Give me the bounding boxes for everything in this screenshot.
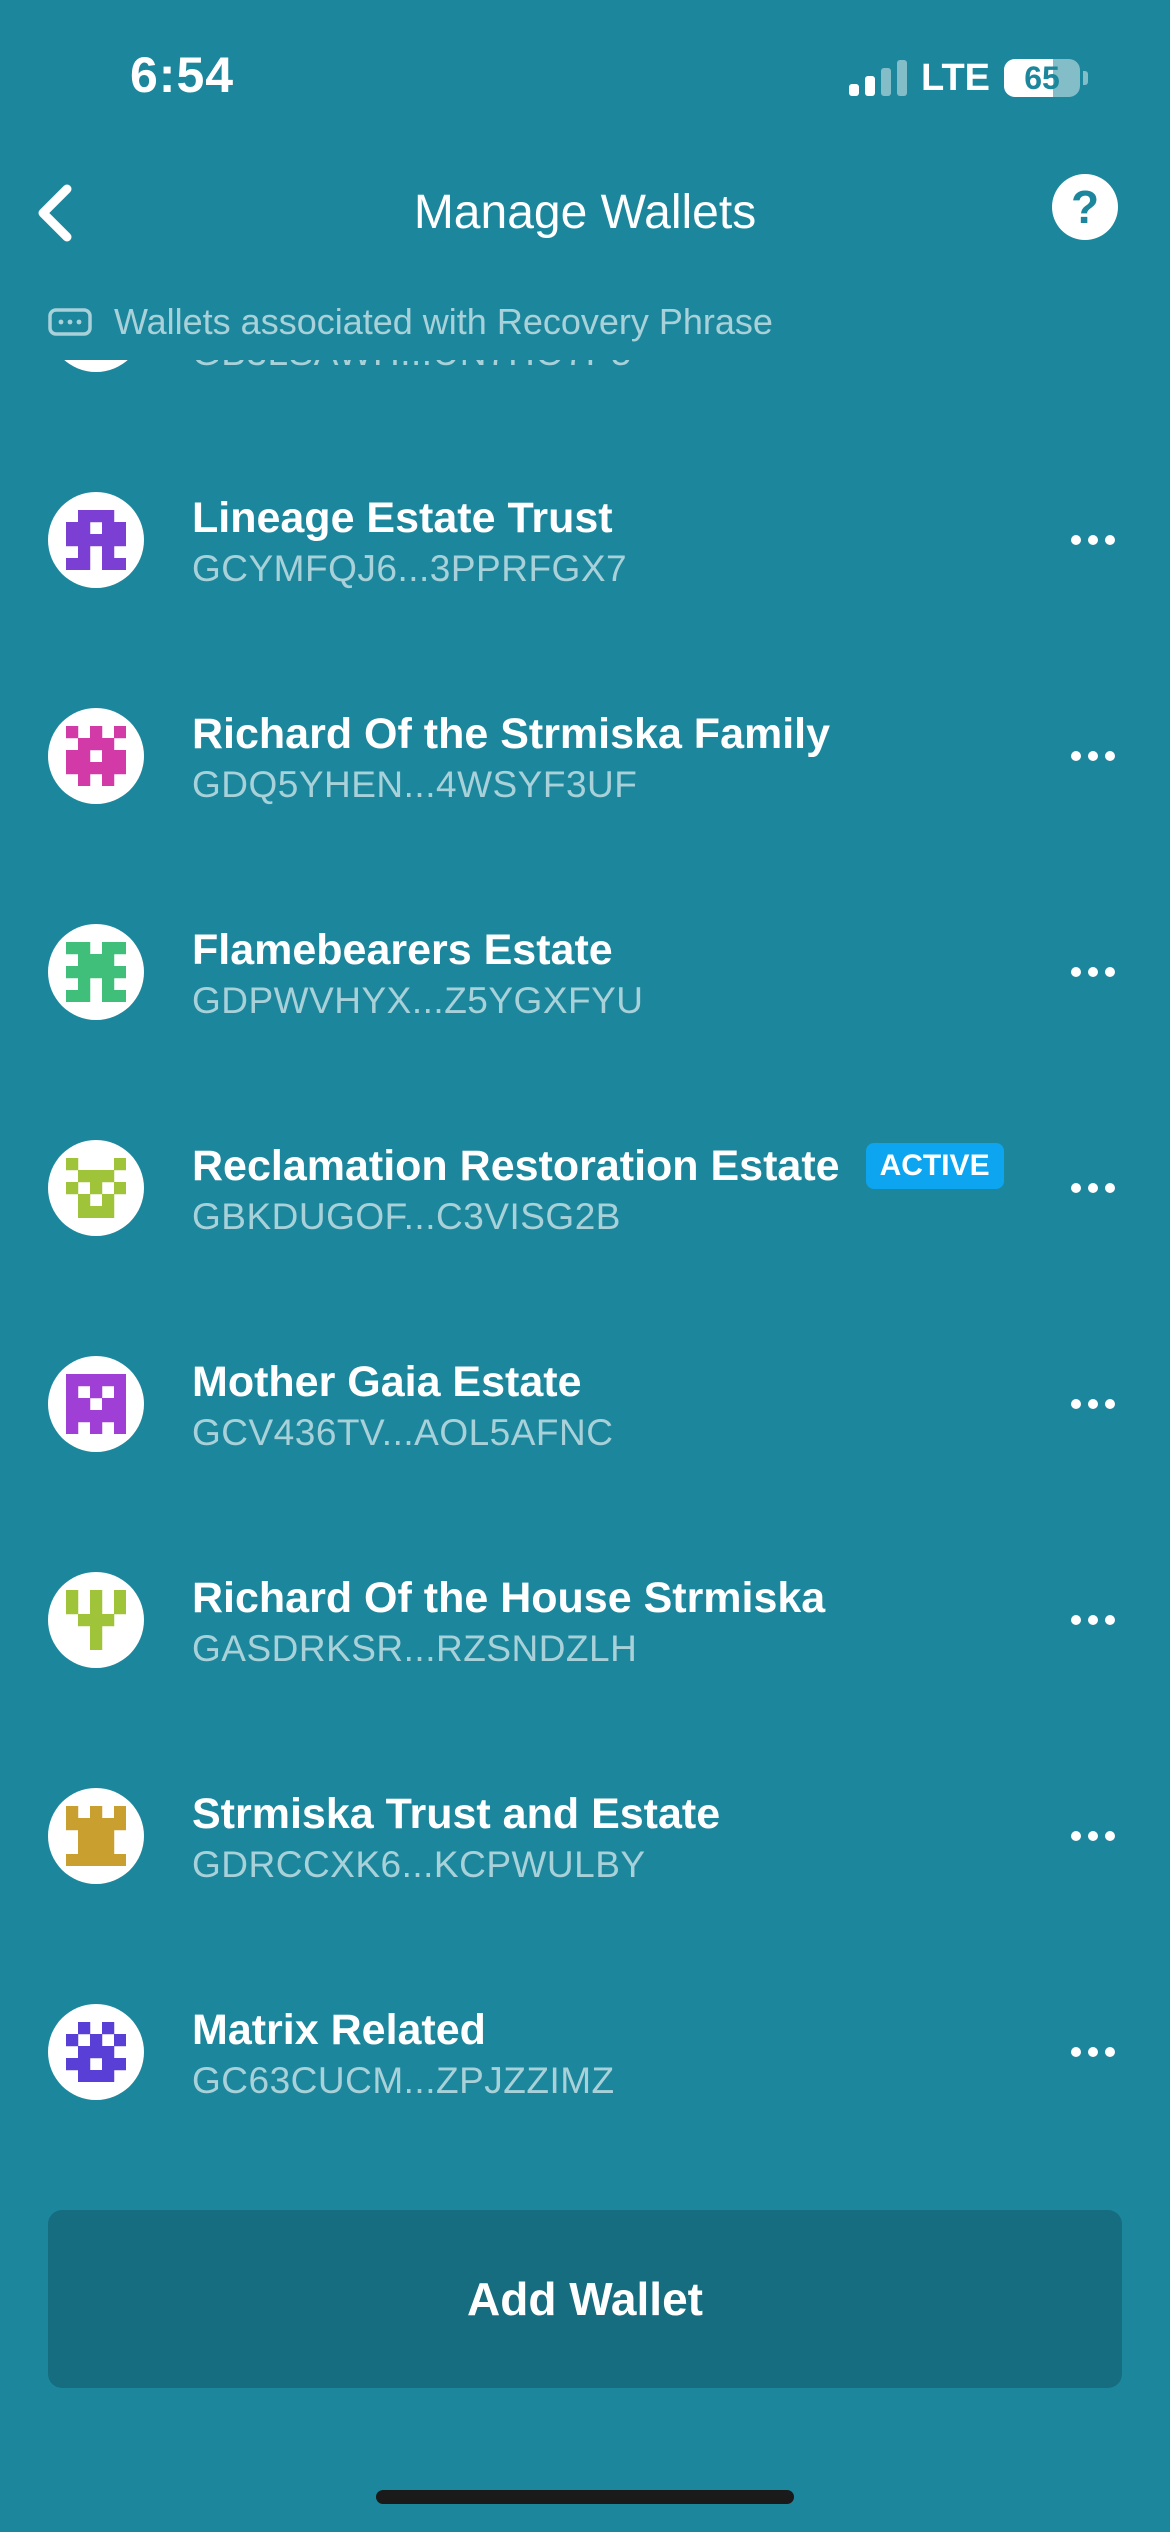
identicon-magenta-icon: [66, 726, 126, 786]
more-options-icon[interactable]: [1058, 1380, 1128, 1428]
wallet-avatar: [48, 708, 144, 804]
more-options-icon[interactable]: [1058, 948, 1128, 996]
more-options-icon[interactable]: [1058, 2028, 1128, 2076]
wallet-name: Strmiska Trust and Estate: [192, 1789, 721, 1838]
wallet-avatar: [48, 1572, 144, 1668]
identicon-lime-icon: [66, 1590, 126, 1650]
wallet-avatar: [48, 1788, 144, 1884]
identicon-purple-icon: [66, 510, 126, 570]
recovery-phrase-header: Wallets associated with Recovery Phrase: [48, 292, 773, 352]
wallet-row[interactable]: Flamebearers Estate GDPWVHYX...Z5YGXFYU: [0, 864, 1170, 1080]
wallet-row[interactable]: GB3LSAWH...UN7HO7P5: [0, 360, 1170, 432]
wallet-row[interactable]: Matrix Related GC63CUCM...ZPJZZIMZ: [0, 1944, 1170, 2160]
wallet-name: Richard Of the House Strmiska: [192, 1573, 826, 1622]
wallet-name-line: Matrix Related: [192, 2004, 486, 2056]
wallet-row[interactable]: Reclamation Restoration Estate ACTIVE GBKD…: [0, 1080, 1170, 1296]
wallet-address: GDRCCXK6...KCPWULBY: [192, 1844, 646, 1885]
wallet-name-line: Reclamation Restoration Estate ACTIVE: [192, 1140, 1004, 1192]
status-time: 6:54: [130, 47, 235, 103]
wallet-name-line: Strmiska Trust and Estate: [192, 1788, 720, 1840]
wallet-list: GB3LSAWH...UN7HO7P5 Lineage Estate Trust G…: [0, 360, 1170, 2160]
identicon-indigo-icon: [66, 2022, 126, 2082]
wallet-name: Matrix Related: [192, 2005, 486, 2054]
wallet-avatar: [48, 924, 144, 1020]
identicon-violet-icon: [66, 1374, 126, 1434]
wallet-name: Lineage Estate Trust: [192, 493, 613, 542]
status-indicators: LTE 65: [849, 54, 1088, 102]
wallet-row[interactable]: Richard Of the House Strmiska GASDRKSR...…: [0, 1512, 1170, 1728]
wallet-name-line: Flamebearers Estate: [192, 924, 613, 976]
wallet-row[interactable]: Richard Of the Strmiska Family GDQ5YHEN..…: [0, 648, 1170, 864]
wallet-name-line: Lineage Estate Trust: [192, 492, 613, 544]
help-button[interactable]: ?: [1052, 174, 1118, 240]
wallet-name-line: Richard Of the Strmiska Family: [192, 708, 830, 760]
home-indicator: [376, 2490, 794, 2504]
more-options-icon[interactable]: [1058, 1596, 1128, 1644]
wallet-address: GBKDUGOF...C3VISG2B: [192, 1196, 621, 1237]
recovery-phrase-label: Wallets associated with Recovery Phrase: [114, 301, 773, 342]
wallet-row[interactable]: Mother Gaia Estate GCV436TV...AOL5AFNC: [0, 1296, 1170, 1512]
identicon-gold-icon: [66, 1806, 126, 1866]
active-badge: ACTIVE: [865, 1143, 1004, 1189]
identicon-green-icon: [66, 942, 126, 1002]
more-options-icon[interactable]: [1058, 732, 1128, 780]
wallet-address: GB3LSAWH...UN7HO7P5: [192, 360, 632, 374]
wallet-address: GASDRKSR...RZSNDZLH: [192, 1628, 638, 1669]
battery-percent: 65: [1024, 59, 1060, 96]
battery-icon: 65: [1004, 59, 1088, 97]
identicon-lime-icon: [66, 1158, 126, 1218]
wallet-name: Richard Of the Strmiska Family: [192, 709, 831, 758]
more-options-icon[interactable]: [1058, 1164, 1128, 1212]
wallet-address: GDPWVHYX...Z5YGXFYU: [192, 980, 644, 1021]
wallet-address: GC63CUCM...ZPJZZIMZ: [192, 2060, 615, 2101]
wallet-avatar: [48, 360, 144, 372]
wallet-row[interactable]: Lineage Estate Trust GCYMFQJ6...3PPRFGX7: [0, 432, 1170, 648]
more-options-icon[interactable]: [1058, 1812, 1128, 1860]
wallet-address: GDQ5YHEN...4WSYF3UF: [192, 764, 638, 805]
wallet-avatar: [48, 492, 144, 588]
wallet-name: Mother Gaia Estate: [192, 1357, 582, 1406]
status-bar: 6:54 LTE 65: [0, 0, 1170, 160]
wallet-address: GCYMFQJ6...3PPRFGX7: [192, 548, 628, 589]
more-options-icon[interactable]: [1058, 516, 1128, 564]
wallet-avatar: [48, 1140, 144, 1236]
cellular-signal-icon: [849, 60, 908, 96]
nav-bar: Manage Wallets ?: [0, 160, 1170, 270]
page-title: Manage Wallets: [413, 186, 757, 239]
wallet-avatar: [48, 1356, 144, 1452]
wallet-list-viewport[interactable]: GB3LSAWH...UN7HO7P5 Lineage Estate Trust G…: [0, 360, 1170, 2180]
network-type: LTE: [921, 56, 990, 99]
wallet-address: GCV436TV...AOL5AFNC: [192, 1412, 614, 1453]
wallet-name-line: Richard Of the House Strmiska: [192, 1572, 825, 1624]
add-wallet-button[interactable]: Add Wallet: [48, 2210, 1122, 2388]
wallet-row[interactable]: Strmiska Trust and Estate GDRCCXK6...KCPW…: [0, 1728, 1170, 1944]
keyboard-icon: [48, 308, 92, 336]
wallet-name: Flamebearers Estate: [192, 925, 613, 974]
wallet-name-line: Mother Gaia Estate: [192, 1356, 582, 1408]
wallet-name: Reclamation Restoration Estate: [192, 1141, 840, 1190]
wallet-avatar: [48, 2004, 144, 2100]
